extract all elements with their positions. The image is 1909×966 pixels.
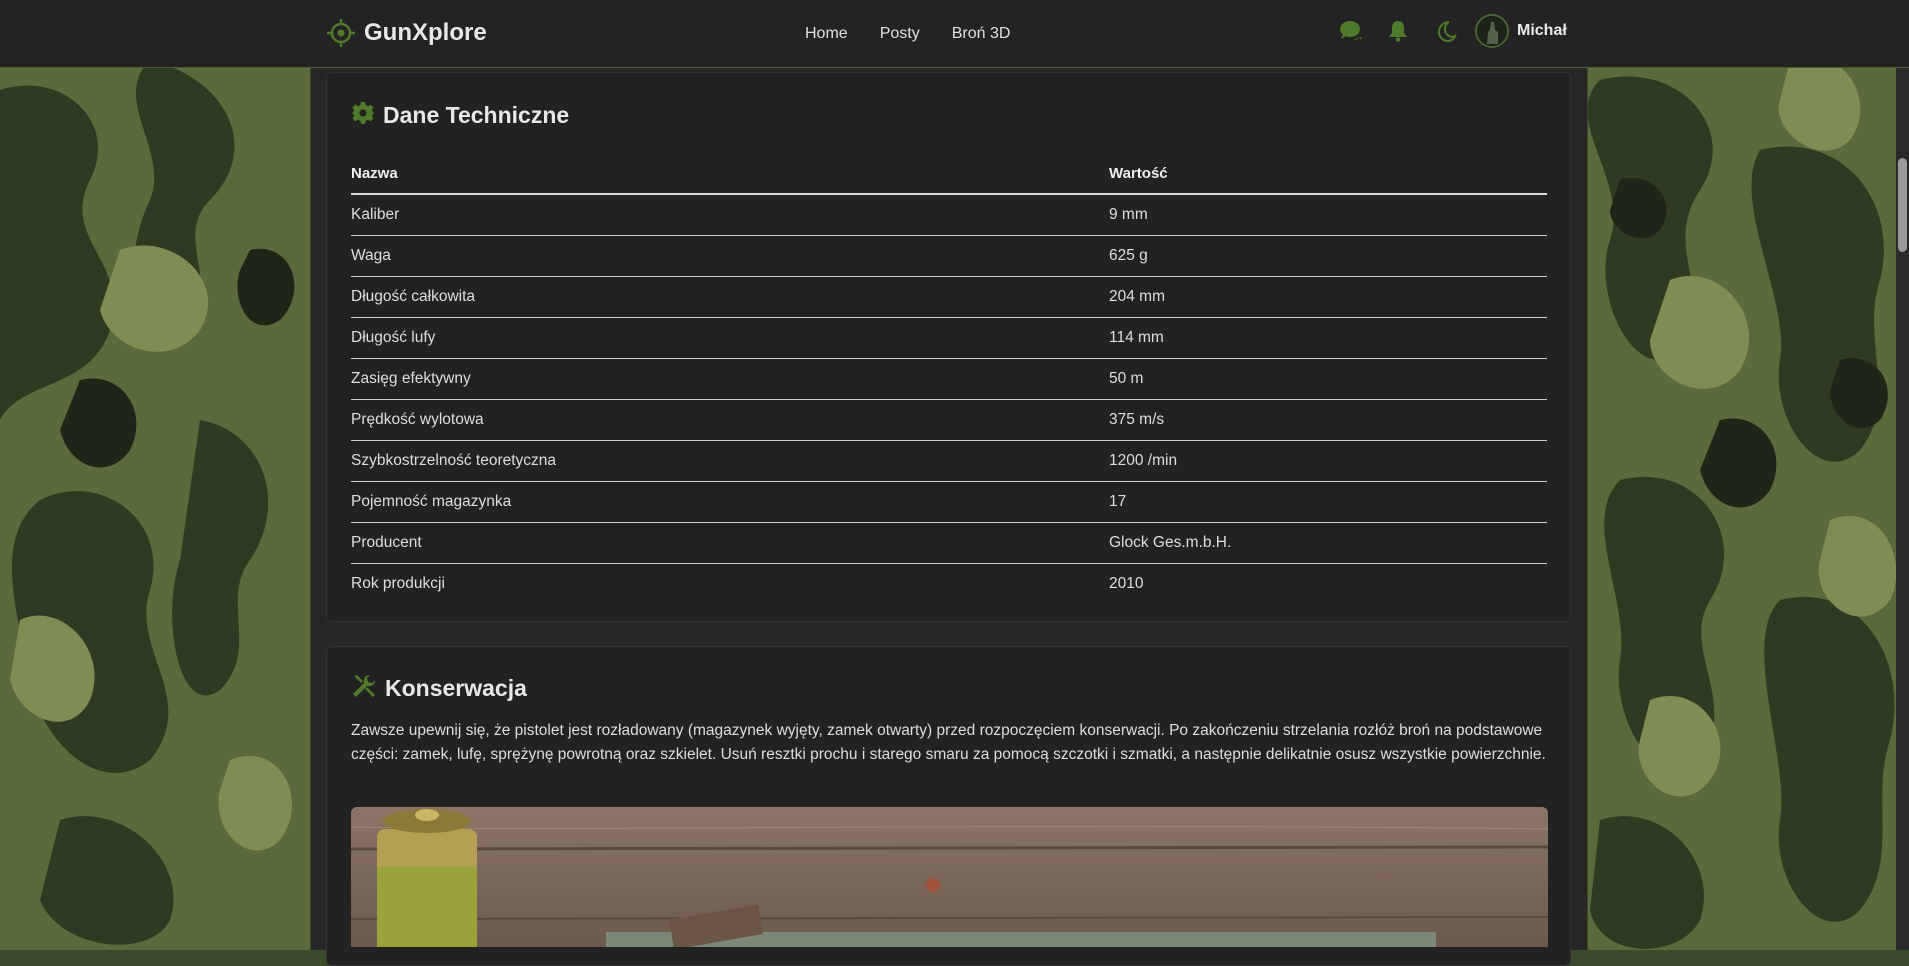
table-row: Waga 625 g	[351, 235, 1547, 277]
technical-data-header: Dane Techniczne	[351, 101, 569, 130]
table-row: Kaliber 9 mm	[351, 194, 1547, 236]
maintenance-description: Zawsze upewnij się, że pistolet jest roz…	[351, 722, 1546, 763]
spec-value: 50 m	[1109, 358, 1547, 400]
spec-value: Glock Ges.m.b.H.	[1109, 522, 1547, 564]
table-row: Szybkostrzelność teoretyczna 1200 /min	[351, 440, 1547, 482]
spec-name: Prędkość wylotowa	[351, 399, 1109, 441]
spec-name: Długość całkowita	[351, 276, 1109, 318]
spec-value: 9 mm	[1109, 194, 1547, 236]
spec-value: 114 mm	[1109, 317, 1547, 359]
table-row: Zasięg efektywny 50 m	[351, 358, 1547, 400]
column-header-name: Nazwa	[351, 153, 1109, 195]
scrollbar-thumb[interactable]	[1898, 158, 1907, 252]
spec-value: 1200 /min	[1109, 440, 1547, 482]
moon-icon[interactable]	[1433, 18, 1459, 44]
maintenance-card: Konserwacja Zawsze upewnij się, że pisto…	[326, 646, 1571, 966]
spec-value: 625 g	[1109, 235, 1547, 277]
spec-name: Zasięg efektywny	[351, 358, 1109, 400]
specs-table: Nazwa Wartość Kaliber 9 mm Waga 625 g Dług…	[351, 153, 1547, 604]
brand-name: GunXplore	[364, 19, 487, 46]
spec-name: Kaliber	[351, 194, 1109, 236]
bell-icon[interactable]	[1385, 18, 1411, 44]
table-header-row: Nazwa Wartość	[351, 153, 1547, 195]
maintenance-header: Konserwacja	[351, 673, 527, 704]
user-name[interactable]: Michał	[1517, 22, 1567, 40]
avatar[interactable]	[1475, 14, 1509, 48]
spec-name: Rok produkcji	[351, 575, 445, 592]
nav-link-posts[interactable]: Posty	[880, 25, 920, 43]
top-navbar: GunXplore Home Posty Broń 3D Michał	[0, 0, 1909, 68]
tools-icon	[351, 673, 377, 704]
spec-value: 17	[1109, 481, 1547, 523]
table-row: Prędkość wylotowa 375 m/s	[351, 399, 1547, 441]
table-row: Pojemność magazynka 17	[351, 481, 1547, 523]
card-title: Konserwacja	[385, 675, 527, 701]
spec-value: 375 m/s	[1109, 399, 1547, 441]
chat-icon[interactable]	[1337, 18, 1363, 44]
maintenance-image	[351, 807, 1548, 947]
nav-link-home[interactable]: Home	[805, 25, 848, 43]
crosshair-icon	[326, 18, 356, 48]
gear-icon	[351, 101, 375, 130]
table-row: Rok produkcji 2010	[351, 564, 1547, 605]
spec-value: 204 mm	[1109, 276, 1547, 318]
table-row: Długość całkowita 204 mm	[351, 276, 1547, 318]
spec-name: Szybkostrzelność teoretyczna	[351, 440, 1109, 482]
technical-data-card: Dane Techniczne Nazwa Wartość Kaliber 9 m…	[326, 72, 1571, 622]
nav-link-weapons-3d[interactable]: Broń 3D	[952, 25, 1011, 43]
page-scrollbar[interactable]	[1896, 0, 1909, 950]
nav-links: Home Posty Broń 3D	[805, 0, 1010, 68]
spec-name: Producent	[351, 522, 1109, 564]
user-controls: Michał	[1337, 14, 1567, 48]
column-header-value: Wartość	[1109, 153, 1547, 195]
spec-name: Pojemność magazynka	[351, 481, 1109, 523]
spec-value: 2010	[1109, 575, 1144, 592]
table-row: Producent Glock Ges.m.b.H.	[351, 522, 1547, 564]
spec-name: Długość lufy	[351, 317, 1109, 359]
card-title: Dane Techniczne	[383, 102, 570, 128]
spec-name: Waga	[351, 235, 1109, 277]
table-row: Długość lufy 114 mm	[351, 317, 1547, 359]
brand-logo[interactable]: GunXplore	[326, 18, 487, 48]
